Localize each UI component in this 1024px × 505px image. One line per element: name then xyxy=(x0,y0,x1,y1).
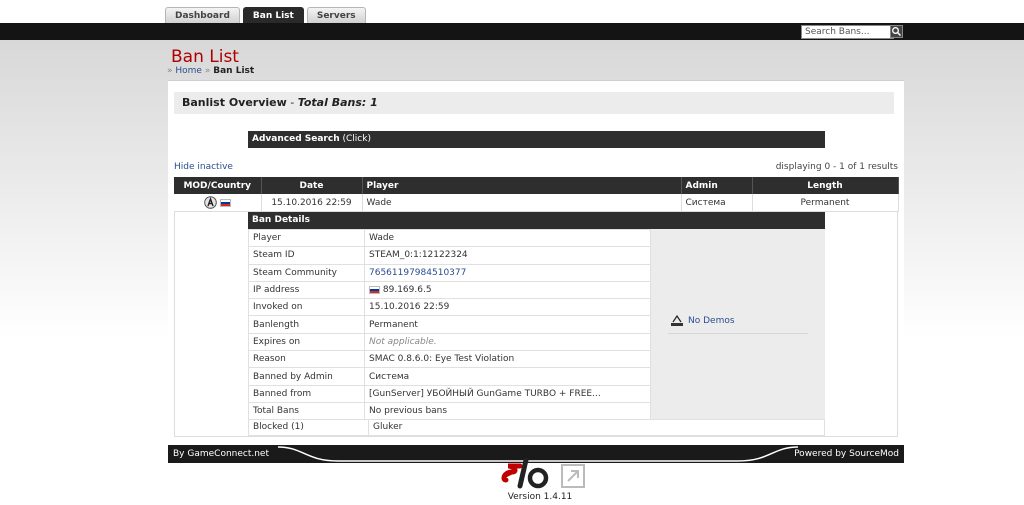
detail-key: Expires on xyxy=(248,332,365,352)
detail-row-banned-by-admin: Banned by Admin Система xyxy=(248,367,651,386)
ip-address-value: 89.169.6.5 xyxy=(382,285,432,296)
date-cell: 15.10.2016 22:59 xyxy=(261,194,363,212)
header-admin: Admin xyxy=(681,177,753,194)
detail-value: 76561197984510377 xyxy=(364,263,651,282)
detail-key: Banlength xyxy=(248,315,365,334)
demo-divider xyxy=(668,333,808,334)
overview-dash: - xyxy=(286,96,298,109)
footer-powered-by: Powered by SourceMod xyxy=(794,449,899,459)
advanced-search-toggle[interactable]: Advanced Search (Click) xyxy=(248,131,825,148)
overview-title: Banlist Overview xyxy=(182,96,287,109)
russia-flag-icon xyxy=(219,198,231,207)
detail-value: SMAC 0.8.6.0: Eye Test Violation xyxy=(364,350,651,369)
nav-tabs: Dashboard Ban List Servers xyxy=(165,7,366,24)
demo-icon xyxy=(671,315,683,326)
breadcrumb: » Home » Ban List xyxy=(167,66,254,76)
mod-icon xyxy=(204,196,217,209)
detail-value: Система xyxy=(364,367,651,386)
breadcrumb-separator: » xyxy=(204,66,211,76)
ban-table: MOD/Country Date Player Admin Length 15.… xyxy=(174,177,899,212)
detail-key: Invoked on xyxy=(248,298,365,317)
breadcrumb-home[interactable]: Home xyxy=(175,66,202,76)
detail-value: Gluker xyxy=(373,422,403,432)
detail-row-ip-address: IP address 89.169.6.5 xyxy=(248,280,651,300)
length-cell: Permanent xyxy=(752,194,899,212)
detail-row-reason: Reason SMAC 0.8.6.0: Eye Test Violation xyxy=(248,350,651,369)
overview-bar: Banlist Overview - Total Bans: 1 xyxy=(174,92,894,114)
detail-value: Permanent xyxy=(364,315,651,334)
detail-value: 15.10.2016 22:59 xyxy=(364,298,651,317)
detail-key: Player xyxy=(248,228,365,248)
admin-cell: Система xyxy=(681,194,753,212)
detail-key: Reason xyxy=(248,350,365,369)
advanced-search-hint: (Click) xyxy=(342,134,371,144)
detail-key: Banned from xyxy=(248,384,365,403)
ban-details-table: Player Wade Steam ID STEAM_0:1:12122324 St… xyxy=(248,228,651,421)
search-input[interactable]: Search Bans... xyxy=(801,25,894,39)
sourcebans-logo-icon xyxy=(501,458,549,489)
header-mod-country: MOD/Country xyxy=(174,177,262,194)
tab-servers[interactable]: Servers xyxy=(306,7,366,24)
search-button[interactable] xyxy=(890,25,903,38)
hide-inactive-link[interactable]: Hide inactive xyxy=(174,162,233,172)
table-header-row: MOD/Country Date Player Admin Length xyxy=(174,177,899,194)
detail-row-player: Player Wade xyxy=(248,228,651,248)
header-length: Length xyxy=(752,177,899,194)
breadcrumb-current: Ban List xyxy=(213,66,255,76)
detail-value: [GunServer] УБОЙНЫЙ GunGame TURBO + FREE… xyxy=(364,384,651,403)
advanced-search-label: Advanced Search xyxy=(252,134,340,144)
detail-row-invoked-on: Invoked on 15.10.2016 22:59 xyxy=(248,298,651,317)
search-icon xyxy=(892,27,902,37)
detail-key: IP address xyxy=(248,280,365,300)
total-bans: Total Bans: 1 xyxy=(297,96,378,109)
breadcrumb-separator: » xyxy=(167,66,173,76)
external-link-icon[interactable] xyxy=(561,464,585,488)
mod-country-cell xyxy=(174,194,262,212)
detail-value: STEAM_0:1:12122324 xyxy=(364,246,651,265)
steam-community-link[interactable]: 76561197984510377 xyxy=(369,268,466,278)
detail-key: Total Bans xyxy=(248,401,365,421)
detail-value: Not applicable. xyxy=(364,332,651,352)
results-count: displaying 0 - 1 of 1 results xyxy=(775,162,898,172)
detail-row-expires-on: Expires on Not applicable. xyxy=(248,332,651,352)
arrow-icon xyxy=(567,470,579,482)
russia-flag-icon xyxy=(369,285,380,294)
detail-key: Steam ID xyxy=(248,246,365,265)
footer-credit: By GameConnect.net xyxy=(173,449,269,459)
detail-row-steam-community: Steam Community 76561197984510377 xyxy=(248,263,651,282)
page-title: Ban List xyxy=(171,47,239,67)
detail-key: Banned by Admin xyxy=(248,367,365,386)
header-player: Player xyxy=(362,177,682,194)
version-label: Version 1.4.11 xyxy=(507,492,573,502)
no-demos-link[interactable]: No Demos xyxy=(670,315,735,327)
detail-key: Steam Community xyxy=(248,263,365,282)
table-row[interactable]: 15.10.2016 22:59 Wade Система Permanent xyxy=(174,194,899,212)
detail-value: Wade xyxy=(364,228,651,248)
tab-dashboard[interactable]: Dashboard xyxy=(165,7,240,24)
detail-value: No previous bans xyxy=(364,401,651,421)
ban-details-header: Ban Details xyxy=(248,212,825,229)
detail-value: 89.169.6.5 xyxy=(364,280,651,300)
detail-key: Blocked (1) xyxy=(249,420,369,435)
detail-row-banned-from: Banned from [GunServer] УБОЙНЫЙ GunGame T… xyxy=(248,384,651,403)
header-date: Date xyxy=(261,177,363,194)
detail-row-total-bans: Total Bans No previous bans xyxy=(248,401,651,421)
detail-row-steam-id: Steam ID STEAM_0:1:12122324 xyxy=(248,246,651,265)
no-demos-label: No Demos xyxy=(688,316,735,326)
detail-row-blocked: Blocked (1) Gluker xyxy=(248,419,825,436)
player-cell: Wade xyxy=(362,194,682,212)
tab-ban-list[interactable]: Ban List xyxy=(242,7,304,24)
detail-row-banlength: Banlength Permanent xyxy=(248,315,651,334)
